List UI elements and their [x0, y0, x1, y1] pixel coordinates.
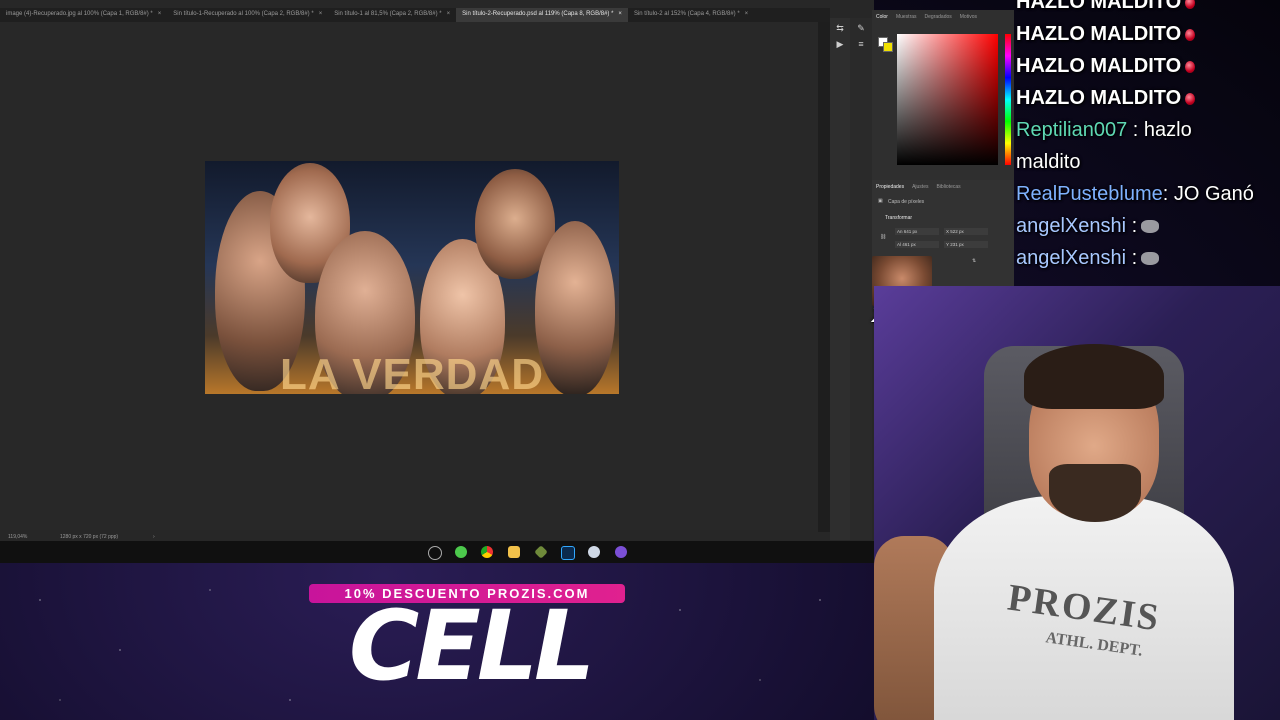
document-tab-bar: image (4)-Recuperado.jpg al 100% (Capa 1…	[0, 8, 830, 22]
chat-message: HAZLO MALDITO	[1016, 18, 1278, 50]
cat-emote-icon	[1141, 220, 1160, 234]
obs-icon[interactable]	[615, 546, 627, 558]
status-menu-arrow[interactable]: ›	[153, 534, 155, 540]
chat-username: Reptilian007	[1016, 119, 1128, 141]
red-dot-emote-icon	[1185, 60, 1196, 73]
color-panel-tabs: Color Muestras Degradados Motivos	[872, 10, 1014, 24]
properties-panel-tabs: Propiedades Ajustes Bibliotecas	[872, 180, 1014, 194]
vertical-scrollbar[interactable]	[818, 22, 830, 532]
photoshop-icon[interactable]	[561, 546, 575, 560]
chat-message: HAZLO MALDITO	[1016, 82, 1278, 114]
chat-text: HAZLO MALDITO	[1016, 55, 1182, 77]
height-field[interactable]: Al 461 px	[895, 241, 939, 248]
streamer-beard	[1049, 464, 1141, 522]
tab-adjustments[interactable]: Ajustes	[908, 184, 932, 190]
tab-properties[interactable]: Propiedades	[872, 184, 908, 190]
chat-message: maldito	[1016, 146, 1278, 178]
chrome-icon[interactable]	[481, 546, 493, 558]
tab-patterns[interactable]: Motivos	[956, 14, 981, 20]
chat-text: : JO Ganó	[1162, 183, 1254, 205]
tab-label: Sin título-1 al 81,5% (Capa 2, RGB/8#) *	[334, 11, 442, 17]
photoshop-right-panels: Color Muestras Degradados Motivos Propie…	[872, 10, 1014, 288]
document-canvas[interactable]: LA VERDAD	[205, 161, 619, 394]
chat-message: HAZLO MALDITO	[1016, 50, 1278, 82]
document-tab-active[interactable]: Sin título-2-Recuperado.psd al 119% (Cap…	[456, 8, 628, 22]
tab-libraries[interactable]: Bibliotecas	[932, 184, 964, 190]
hue-slider[interactable]	[1005, 34, 1011, 165]
taskbar	[0, 541, 874, 563]
close-icon[interactable]: ×	[158, 11, 162, 17]
width-field[interactable]: An 641 px	[895, 228, 939, 235]
background-color-swatch[interactable]	[883, 42, 893, 52]
red-dot-emote-icon	[1185, 28, 1196, 41]
layer-type-label: Capa de píxeles	[888, 199, 925, 205]
transform-heading[interactable]: Transformar	[885, 215, 912, 221]
chat-text: HAZLO MALDITO	[1016, 87, 1182, 109]
brush-icon[interactable]: ✎	[855, 22, 867, 34]
app-icon[interactable]	[588, 546, 600, 558]
streamer-hair	[1024, 344, 1164, 409]
tab-swatches[interactable]: Muestras	[892, 14, 921, 20]
chat-text: :	[1131, 247, 1138, 269]
panel-dock-icons-2: ✎ ≡	[850, 18, 872, 540]
panel-dock-icons: ⇆ ▶	[830, 18, 850, 540]
chat-username: angelXenshi	[1016, 247, 1127, 269]
chat-overlay: HAZLO MALDITO HAZLO MALDITO HAZLO MALDIT…	[1016, 0, 1278, 286]
flip-icon[interactable]: ⇅	[972, 258, 976, 264]
document-tab[interactable]: Sin título-1 al 81,5% (Capa 2, RGB/8#) *…	[328, 8, 456, 22]
document-tab[interactable]: Sin título-1-Recuperado al 100% (Capa 2,…	[167, 8, 328, 22]
chat-app-icon[interactable]	[455, 546, 467, 558]
chat-message: angelXenshi :	[1016, 210, 1278, 242]
play-icon[interactable]: ▶	[834, 38, 846, 50]
tab-color[interactable]: Color	[872, 14, 892, 20]
promo-brand-logo: CELL	[348, 590, 595, 702]
tab-label: Sin título-2-Recuperado.psd al 119% (Cap…	[462, 11, 614, 17]
chat-message: RealPusteblume: JO Ganó	[1016, 178, 1278, 210]
chat-text: : hazlo	[1132, 119, 1192, 141]
chat-message: HAZLO MALDITO	[1016, 0, 1278, 18]
layer-icon: ▣	[878, 198, 883, 204]
x-field[interactable]: X 522 px	[944, 228, 988, 235]
color-picker-field[interactable]	[897, 34, 998, 165]
chat-message: Reptilian007 : hazlo	[1016, 114, 1278, 146]
document-tab[interactable]: image (4)-Recuperado.jpg al 100% (Capa 1…	[0, 8, 167, 22]
webcam-feed: PROZIS ATHL. DEPT.	[874, 286, 1280, 720]
history-icon[interactable]: ⇆	[834, 22, 846, 34]
chat-text: HAZLO MALDITO	[1016, 0, 1182, 13]
tab-label: image (4)-Recuperado.jpg al 100% (Capa 1…	[6, 11, 153, 17]
game-icon[interactable]	[534, 545, 548, 559]
chat-text: :	[1131, 215, 1138, 237]
clock-icon[interactable]	[428, 546, 442, 560]
close-icon[interactable]: ×	[447, 11, 451, 17]
close-icon[interactable]: ×	[319, 11, 323, 17]
tab-label: Sin título-1-Recuperado al 100% (Capa 2,…	[173, 11, 314, 17]
thumbnail-title-text: LA VERDAD	[279, 350, 545, 394]
tab-gradients[interactable]: Degradados	[921, 14, 956, 20]
tab-label: Sin título-2 al 152% (Capa 4, RGB/8#) *	[633, 11, 740, 17]
zoom-level[interactable]: 119,04%	[8, 534, 27, 540]
chat-username: RealPusteblume	[1016, 183, 1163, 205]
y-field[interactable]: Y 231 px	[944, 241, 988, 248]
close-icon[interactable]: ×	[745, 11, 749, 17]
document-size: 1280 px x 720 px (72 ppp)	[60, 534, 119, 540]
close-icon[interactable]: ×	[618, 11, 622, 17]
chat-username: angelXenshi	[1016, 215, 1127, 237]
link-icon[interactable]: ⛓	[880, 234, 886, 240]
folder-icon[interactable]	[508, 546, 520, 558]
cat-emote-icon	[1141, 252, 1160, 266]
chat-text: maldito	[1016, 151, 1081, 173]
document-tab[interactable]: Sin título-2 al 152% (Capa 4, RGB/8#) * ×	[628, 8, 754, 22]
photoshop-window: image (4)-Recuperado.jpg al 100% (Capa 1…	[0, 0, 874, 563]
chat-message: angelXenshi :	[1016, 242, 1278, 274]
red-dot-emote-icon	[1185, 0, 1196, 9]
align-icon[interactable]: ≡	[855, 38, 867, 50]
red-dot-emote-icon	[1185, 92, 1196, 105]
chat-text: HAZLO MALDITO	[1016, 23, 1182, 45]
